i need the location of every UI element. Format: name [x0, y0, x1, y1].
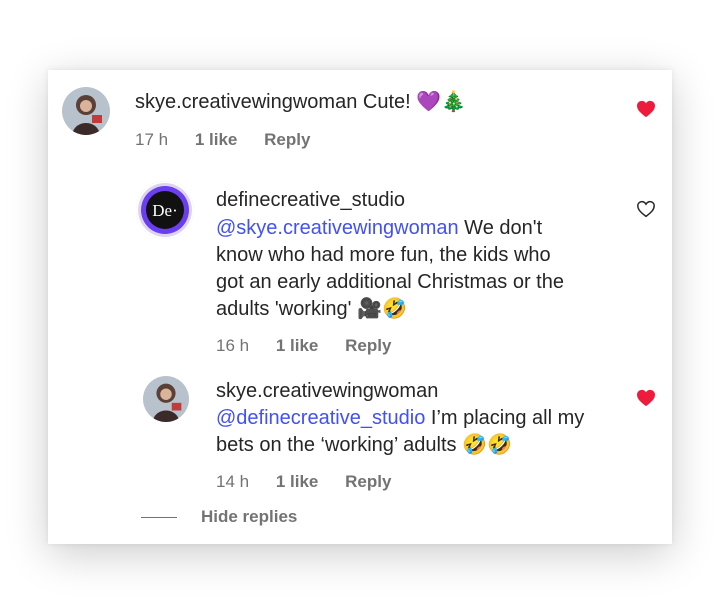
- comment-body-line: got an early additional Christmas or the: [216, 271, 564, 293]
- avatar[interactable]: [62, 87, 110, 135]
- comment-body-line: know who had more fun, the kids who: [216, 244, 551, 266]
- reply-button[interactable]: Reply: [345, 472, 391, 491]
- comment-body-line: @definecreative_studio I’m placing all m…: [216, 405, 584, 432]
- timestamp: 16 h: [216, 336, 250, 355]
- comment-body: Cute! 💜🎄: [362, 91, 467, 113]
- mention-link[interactable]: @definecreative_studio: [216, 407, 425, 429]
- avatar[interactable]: De·: [136, 181, 194, 239]
- likes-count[interactable]: 1 like: [276, 336, 319, 355]
- mention-link[interactable]: @skye.creativewingwoman: [216, 217, 459, 239]
- avatar[interactable]: [143, 376, 189, 422]
- comment-body: We don't: [458, 217, 543, 239]
- username[interactable]: skye.creativewingwoman: [216, 380, 438, 402]
- brand-logo-text: De·: [152, 201, 177, 220]
- comment-body-line: adults 'working' 🎥🤣: [216, 298, 407, 320]
- likes-count[interactable]: 1 like: [195, 130, 238, 149]
- comment-text: definecreative_studio: [216, 187, 405, 214]
- comment-body-line: bets on the ‘working’ adults 🤣🤣: [216, 434, 512, 456]
- timestamp: 14 h: [216, 472, 250, 491]
- heart-filled-icon[interactable]: [636, 389, 656, 407]
- heart-filled-icon[interactable]: [636, 100, 656, 118]
- replies-divider: [141, 517, 177, 518]
- hide-replies-button[interactable]: Hide replies: [201, 507, 297, 527]
- comment-body: I’m placing all my: [425, 407, 585, 429]
- reply-button[interactable]: Reply: [345, 336, 391, 355]
- timestamp: 17 h: [135, 130, 169, 149]
- heart-outline-icon[interactable]: [636, 200, 656, 218]
- username[interactable]: definecreative_studio: [216, 189, 405, 211]
- comment-meta: 16 h 1 like Reply: [216, 336, 391, 356]
- username[interactable]: skye.creativewingwoman: [135, 91, 357, 113]
- comment-body-line: @skye.creativewingwoman We don't: [216, 215, 542, 242]
- comment-meta: 17 h 1 like Reply: [135, 130, 310, 150]
- comment-text: skye.creativewingwoman: [216, 378, 438, 405]
- reply-button[interactable]: Reply: [264, 130, 310, 149]
- likes-count[interactable]: 1 like: [276, 472, 319, 491]
- comment-meta: 14 h 1 like Reply: [216, 472, 391, 492]
- comment-text: skye.creativewingwoman Cute! 💜🎄: [135, 89, 466, 116]
